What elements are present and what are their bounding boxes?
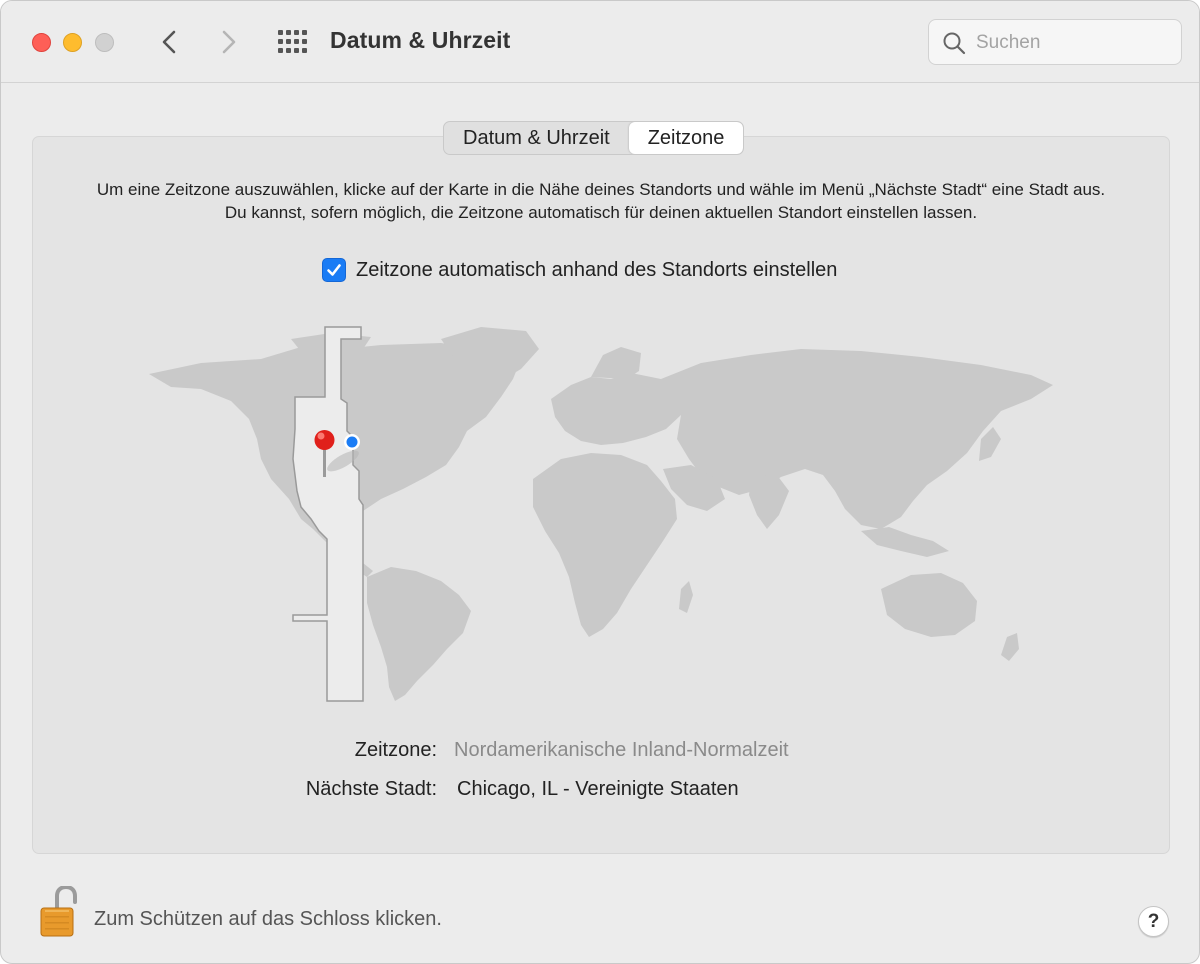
madagascar	[679, 581, 693, 613]
new-zealand	[1001, 633, 1019, 661]
instructions: Um eine Zeitzone auszuwählen, klicke auf…	[61, 179, 1141, 224]
auto-timezone-checkbox[interactable]	[322, 258, 346, 282]
continents	[149, 327, 1053, 701]
africa-landmass	[533, 453, 677, 637]
europe-landmass	[551, 373, 681, 445]
lock-open-icon	[40, 884, 77, 937]
help-icon: ?	[1147, 911, 1160, 932]
search-icon	[943, 32, 966, 55]
segmented-tabs: Datum & Uhrzeit Zeitzone	[443, 121, 745, 155]
instructions-line-2: Du kannst, sofern möglich, die Zeitzone …	[224, 202, 978, 222]
india	[749, 475, 789, 529]
show-all-button[interactable]	[277, 29, 307, 55]
grid-icon	[278, 30, 307, 53]
window-title: Datum & Uhrzeit	[330, 27, 511, 53]
lock-button[interactable]	[39, 884, 77, 938]
help-button[interactable]: ?	[1138, 906, 1169, 937]
southeast-asia-islands	[861, 527, 949, 557]
close-window-button[interactable]	[32, 33, 51, 52]
auto-timezone-row[interactable]: Zeitzone automatisch anhand des Standort…	[322, 257, 837, 283]
zoom-window-button[interactable]	[95, 33, 114, 52]
tab-date-time[interactable]: Datum & Uhrzeit	[444, 122, 629, 154]
south-america-landmass	[367, 567, 471, 701]
auto-timezone-label[interactable]: Zeitzone automatisch anhand des Standort…	[356, 259, 837, 282]
preferences-window: Datum & Uhrzeit Suchen Datum & Uhrzeit Z…	[0, 0, 1200, 964]
nearest-city-label: Nächste Stadt:	[305, 778, 437, 800]
location-dot-icon	[344, 434, 360, 450]
nearest-city-popup[interactable]: Chicago, IL - Vereinigte Staaten	[457, 778, 739, 801]
minimize-window-button[interactable]	[63, 33, 82, 52]
search-placeholder: Suchen	[976, 32, 1041, 53]
search-field[interactable]: Suchen	[928, 19, 1182, 65]
back-button[interactable]	[155, 27, 185, 57]
timezone-value: Nordamerikanische Inland-Normalzeit	[454, 739, 789, 761]
timezone-label: Zeitzone:	[354, 739, 437, 761]
scandinavia	[591, 347, 641, 379]
chevron-left-icon	[162, 30, 176, 54]
titlebar: Datum & Uhrzeit Suchen	[1, 1, 1199, 83]
instructions-line-1: Um eine Zeitzone auszuwählen, klicke auf…	[96, 180, 1106, 199]
japan	[979, 427, 1001, 461]
checkmark-icon	[327, 264, 341, 276]
australia-landmass	[881, 573, 977, 637]
world-map[interactable]	[141, 319, 1061, 711]
chevron-right-icon	[222, 30, 236, 54]
tab-timezone[interactable]: Zeitzone	[628, 122, 744, 154]
lock-hint: Zum Schützen auf das Schloss klicken.	[94, 908, 442, 930]
forward-button[interactable]	[213, 27, 243, 57]
